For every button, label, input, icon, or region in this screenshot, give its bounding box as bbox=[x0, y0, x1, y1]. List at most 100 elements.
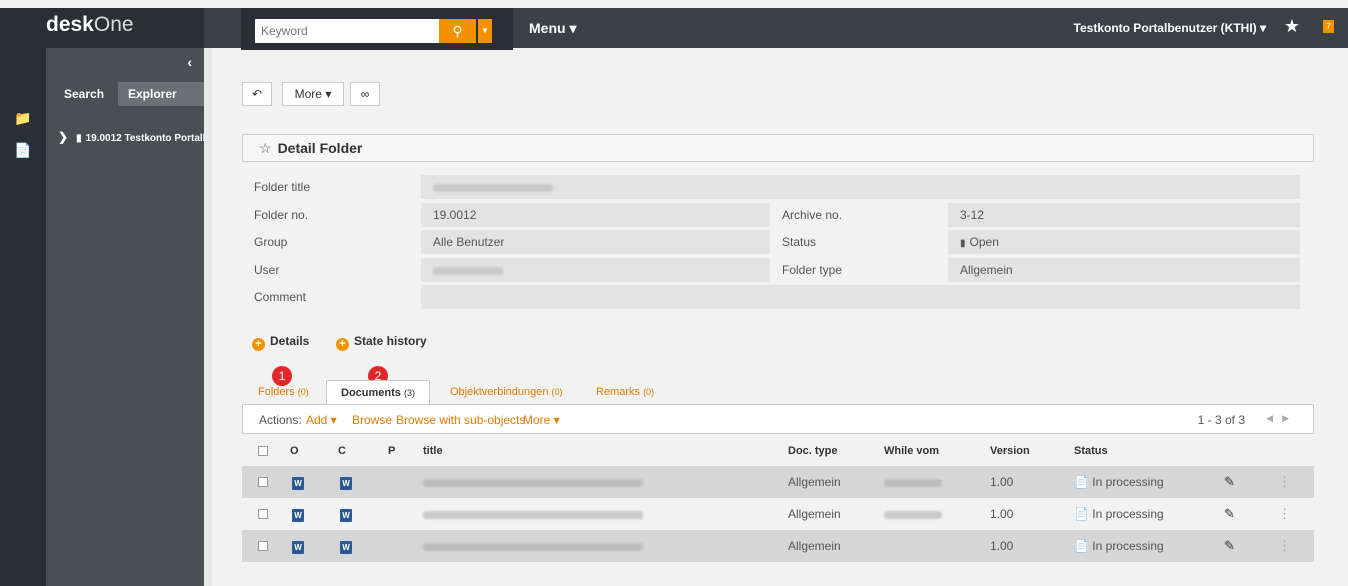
edit-pencil-icon[interactable]: ✎ bbox=[1224, 506, 1235, 522]
row-menu-icon[interactable]: ⋮ bbox=[1278, 538, 1291, 554]
browse-sub-objects-action[interactable]: Browse with sub-objects bbox=[396, 413, 525, 427]
pager-text: 1 - 3 of 3 bbox=[1197, 413, 1245, 427]
menu-button[interactable]: Menu ▾ bbox=[529, 20, 576, 37]
field-row-group: Group Alle Benutzer Status ▮ Open bbox=[242, 230, 1300, 254]
chevron-right-icon[interactable]: ❯ bbox=[58, 130, 68, 144]
tab-objektverbindungen[interactable]: Objektverbindungen (0) bbox=[436, 380, 577, 404]
details-expander[interactable]: + Details bbox=[252, 334, 309, 351]
document-status-icon: 📄 bbox=[1074, 475, 1089, 489]
folder-icon: ▮ bbox=[76, 133, 82, 144]
tab-documents[interactable]: Documents (3) bbox=[326, 380, 430, 405]
tab-remarks[interactable]: Remarks (0) bbox=[582, 380, 668, 404]
browse-action[interactable]: Browse bbox=[352, 413, 392, 427]
folder-type-value: Allgemein bbox=[948, 258, 1300, 282]
word-document-icon[interactable]: W bbox=[292, 507, 304, 522]
doc-type-cell: Allgemein bbox=[788, 475, 841, 489]
link-button[interactable]: ∞ bbox=[350, 82, 380, 106]
edit-pencil-icon[interactable]: ✎ bbox=[1224, 538, 1235, 554]
row-checkbox[interactable] bbox=[258, 508, 268, 522]
col-while-vom[interactable]: While vom bbox=[884, 445, 939, 457]
detail-folder-header: ☆ Detail Folder bbox=[242, 134, 1314, 162]
folder-no-label: Folder no. bbox=[254, 208, 309, 222]
actions-label: Actions: bbox=[259, 413, 302, 427]
table-row[interactable]: W W Allgemein 1.00 📄 In processing ✎ ⋮ bbox=[242, 530, 1314, 562]
word-document-icon[interactable]: W bbox=[292, 475, 304, 490]
star-outline-icon[interactable]: ☆ bbox=[259, 140, 272, 156]
collapse-panel-icon[interactable]: ‹ bbox=[187, 54, 192, 70]
row-menu-icon[interactable]: ⋮ bbox=[1278, 474, 1291, 490]
col-p[interactable]: P bbox=[388, 445, 395, 457]
select-all-checkbox[interactable] bbox=[258, 446, 268, 459]
col-title[interactable]: title bbox=[423, 445, 443, 457]
document-status-icon: 📄 bbox=[1074, 507, 1089, 521]
col-c[interactable]: C bbox=[338, 445, 346, 457]
field-row-user: User Folder type Allgemein bbox=[242, 258, 1300, 282]
back-button[interactable]: ↶ bbox=[242, 82, 272, 106]
state-history-expander[interactable]: + State history bbox=[336, 334, 427, 351]
link-icon: ∞ bbox=[360, 87, 370, 101]
explorer-panel: ‹ Search Explorer ❯ ▮ 19.0012 Testkonto Po… bbox=[46, 48, 204, 586]
search-options-dropdown[interactable]: ▼ bbox=[478, 19, 492, 43]
version-cell: 1.00 bbox=[990, 539, 1014, 553]
status-cell: 📄 In processing bbox=[1074, 475, 1164, 489]
tab-search[interactable]: Search bbox=[54, 82, 114, 106]
prev-page-icon[interactable]: ◀ bbox=[1266, 413, 1273, 424]
table-row[interactable]: W W Allgemein 1.00 📄 In processing ✎ ⋮ bbox=[242, 466, 1314, 498]
title-cell[interactable] bbox=[423, 539, 643, 553]
status-cell: 📄 In processing bbox=[1074, 539, 1164, 553]
col-status[interactable]: Status bbox=[1074, 445, 1108, 457]
folder-icon[interactable]: 📁 bbox=[14, 110, 31, 127]
word-document-icon[interactable]: W bbox=[340, 475, 352, 490]
tab-explorer[interactable]: Explorer bbox=[118, 82, 204, 106]
top-bar: deskOne ⚲ ▼ Menu ▾ Testkonto Portalbenut… bbox=[0, 8, 1348, 50]
field-row-folder-no: Folder no. 19.0012 Archive no. 3-12 bbox=[242, 203, 1300, 227]
folder-title-label: Folder title bbox=[254, 180, 311, 194]
row-checkbox[interactable] bbox=[258, 540, 268, 554]
panel-scrollbar[interactable] bbox=[204, 48, 212, 586]
folder-type-label: Folder type bbox=[782, 263, 843, 277]
word-document-icon[interactable]: W bbox=[340, 539, 352, 554]
field-row-comment: Comment bbox=[242, 285, 1300, 309]
status-label: Status bbox=[782, 235, 817, 249]
title-cell[interactable] bbox=[423, 475, 643, 489]
plus-circle-icon: + bbox=[336, 338, 349, 351]
search-button[interactable]: ⚲ bbox=[439, 19, 476, 43]
user-menu[interactable]: Testkonto Portalbenutzer (KTHI) ▾ bbox=[1074, 21, 1266, 35]
notification-badge[interactable]: 7 bbox=[1323, 20, 1334, 33]
table-row[interactable]: W W Allgemein 1.00 📄 In processing ✎ ⋮ bbox=[242, 498, 1314, 530]
while-vom-cell bbox=[884, 475, 942, 489]
more-action[interactable]: More ▾ bbox=[523, 413, 560, 427]
user-value bbox=[421, 258, 770, 282]
word-document-icon[interactable]: W bbox=[340, 507, 352, 522]
group-label: Group bbox=[254, 235, 288, 249]
tree-node-folder[interactable]: ❯▮19.0012 Testkonto Portalbenutzer bbox=[58, 130, 204, 144]
more-button[interactable]: More ▾ bbox=[282, 82, 344, 106]
favorites-star-icon[interactable]: ★ bbox=[1284, 16, 1300, 37]
table-header: O C P title Doc. type While vom Version … bbox=[242, 436, 1314, 466]
folder-no-value: 19.0012 bbox=[421, 203, 770, 227]
field-row-folder-title: Folder title bbox=[242, 175, 1300, 199]
edit-pencil-icon[interactable]: ✎ bbox=[1224, 474, 1235, 490]
status-cell: 📄 In processing bbox=[1074, 507, 1164, 521]
col-doc-type[interactable]: Doc. type bbox=[788, 445, 838, 457]
document-status-icon: 📄 bbox=[1074, 539, 1089, 553]
folder-open-icon: ▮ bbox=[960, 238, 966, 249]
version-cell: 1.00 bbox=[990, 507, 1014, 521]
plus-circle-icon: + bbox=[252, 338, 265, 351]
app-logo[interactable]: deskOne bbox=[0, 8, 204, 48]
search-area: ⚲ ▼ bbox=[241, 8, 513, 50]
col-version[interactable]: Version bbox=[990, 445, 1030, 457]
row-menu-icon[interactable]: ⋮ bbox=[1278, 506, 1291, 522]
row-checkbox[interactable] bbox=[258, 476, 268, 490]
archive-no-value: 3-12 bbox=[948, 203, 1300, 227]
add-action[interactable]: Add ▾ bbox=[306, 413, 337, 427]
icon-rail: 📁 📄 bbox=[0, 48, 46, 586]
next-page-icon[interactable]: ▶ bbox=[1282, 413, 1289, 424]
folder-title-value bbox=[421, 175, 1300, 199]
word-document-icon[interactable]: W bbox=[292, 539, 304, 554]
document-icon[interactable]: 📄 bbox=[14, 142, 31, 159]
title-cell[interactable] bbox=[423, 507, 643, 521]
search-input[interactable] bbox=[255, 19, 439, 43]
col-o[interactable]: O bbox=[290, 445, 299, 457]
tab-folders[interactable]: Folders (0) bbox=[244, 380, 323, 404]
